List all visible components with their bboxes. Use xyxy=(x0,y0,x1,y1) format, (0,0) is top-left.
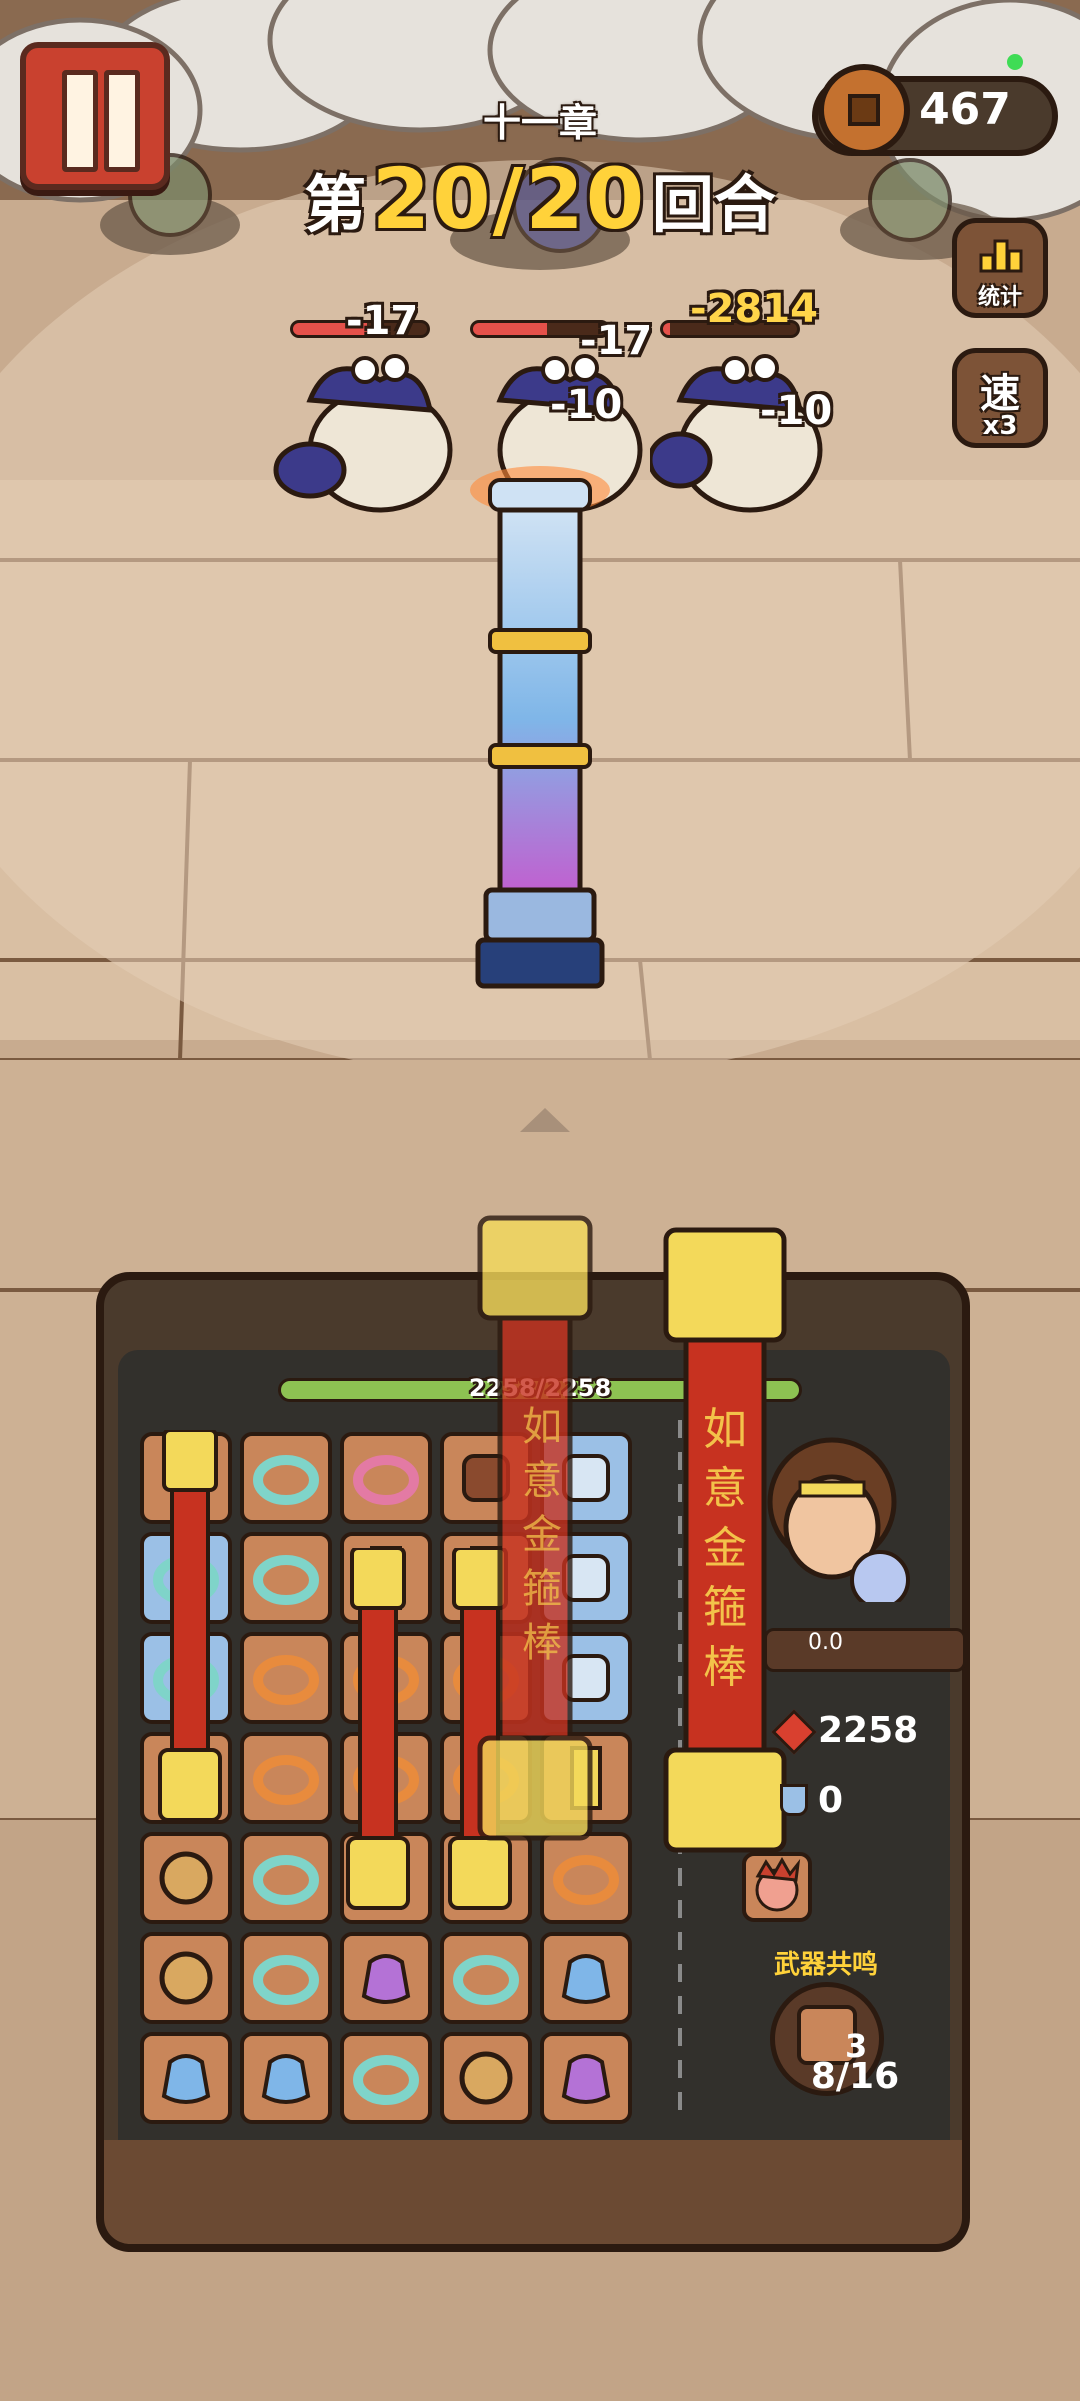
damage-number: -17 xyxy=(580,318,653,364)
round-suffix: 回合 xyxy=(651,168,776,241)
bangle-orange-icon xyxy=(253,1655,319,1705)
pouch-blue-icon xyxy=(561,1954,611,2004)
grid-tile-bangle-teal[interactable] xyxy=(240,1832,332,1924)
bangle-teal-icon xyxy=(253,1455,319,1505)
golden-staff[interactable] xyxy=(150,1430,230,1830)
speed-button[interactable]: 速 x3 xyxy=(952,348,1048,448)
grid-tile-yinyang-coin[interactable] xyxy=(140,1832,232,1924)
pouch-blue-icon xyxy=(161,2054,211,2104)
staff-inscription: 如意金箍棒 xyxy=(522,1404,562,1666)
pause-button[interactable] xyxy=(20,42,170,190)
charge-bar xyxy=(764,1628,966,1672)
coin-value: 467 xyxy=(919,84,1011,135)
attack-value: 2258 xyxy=(818,1710,919,1751)
pouch-purple-icon xyxy=(361,1954,411,2004)
grid-tile-pouch-blue[interactable] xyxy=(240,2032,332,2124)
grid-tile-pouch-purple[interactable] xyxy=(540,2032,632,2124)
round-prefix: 第 xyxy=(304,168,367,241)
defense-value: 0 xyxy=(818,1780,844,1821)
status-dot xyxy=(1007,54,1023,70)
enemy-hp-fill xyxy=(473,323,547,335)
bangle-teal-icon xyxy=(253,1855,319,1905)
round-value: 20/20 xyxy=(371,150,647,248)
shield-icon xyxy=(780,1784,808,1816)
damage-number: -10 xyxy=(550,382,623,428)
bangle-pink-icon xyxy=(353,1455,419,1505)
pause-icon xyxy=(62,70,98,172)
bangle-orange-icon xyxy=(253,1755,319,1805)
enemy-shrimp-3[interactable] xyxy=(650,340,840,540)
bangle-teal-icon xyxy=(453,1955,519,2005)
grid-tile-bangle-teal[interactable] xyxy=(240,1432,332,1524)
enemy-shrimp-1[interactable] xyxy=(270,340,460,540)
pouch-purple-icon xyxy=(561,2054,611,2104)
staff-inscription: 如意金箍棒 xyxy=(703,1404,747,1693)
hero-portrait[interactable] xyxy=(762,1432,912,1602)
pouch-blue-icon xyxy=(261,2054,311,2104)
grid-tile-pouch-blue[interactable] xyxy=(140,2032,232,2124)
round-counter: 第 20/20 回合 xyxy=(270,150,810,248)
yinyang-coin-icon xyxy=(159,1951,213,2005)
damage-number: -2814 xyxy=(690,286,818,332)
copper-coin-icon xyxy=(818,64,910,156)
resonance-progress: 8/16 xyxy=(810,2056,900,2097)
grid-tile-bangle-teal[interactable] xyxy=(440,1932,532,2024)
yinyang-coin-icon xyxy=(459,2051,513,2105)
grid-tile-bangle-teal[interactable] xyxy=(240,1932,332,2024)
stats-label: 统计 xyxy=(977,285,1022,310)
podium-icon xyxy=(979,239,1023,273)
damage-number: -10 xyxy=(760,388,833,434)
speed-value: x3 xyxy=(982,411,1018,441)
bangle-orange-icon xyxy=(553,1855,619,1905)
grid-tile-bangle-orange[interactable] xyxy=(240,1732,332,1824)
demon-face-icon xyxy=(755,1856,801,1912)
weapon-resonance-label: 武器共鸣 xyxy=(773,1950,878,1980)
grid-tile-bangle-teal[interactable] xyxy=(240,1532,332,1624)
tray-front xyxy=(96,2140,970,2252)
grid-tile-yinyang-coin[interactable] xyxy=(140,1932,232,2024)
bangle-teal-icon xyxy=(253,1955,319,2005)
bangle-teal-icon xyxy=(253,1555,319,1605)
grid-tile-pouch-blue[interactable] xyxy=(540,1932,632,2024)
grid-tile-yinyang-coin[interactable] xyxy=(440,2032,532,2124)
grid-tile-pouch-purple[interactable] xyxy=(340,1932,432,2024)
stats-button[interactable]: 统计 xyxy=(952,218,1048,318)
chapter-title: 十一章 xyxy=(482,101,597,145)
bangle-teal-icon xyxy=(353,2055,419,2105)
charge-value: 0.0 xyxy=(808,1630,843,1655)
damage-number: -17 xyxy=(346,298,419,344)
grid-tile-bangle-teal[interactable] xyxy=(340,2032,432,2124)
yinyang-coin-icon xyxy=(159,1851,213,1905)
golden-staff[interactable] xyxy=(338,1548,418,1918)
enemy-hp-fill xyxy=(663,323,670,335)
grid-tile-bangle-pink[interactable] xyxy=(340,1432,432,1524)
pause-icon-bar xyxy=(104,70,140,172)
grid-tile-bangle-orange[interactable] xyxy=(240,1632,332,1724)
flying-pillar xyxy=(470,466,610,989)
skill-slot[interactable] xyxy=(742,1852,812,1922)
